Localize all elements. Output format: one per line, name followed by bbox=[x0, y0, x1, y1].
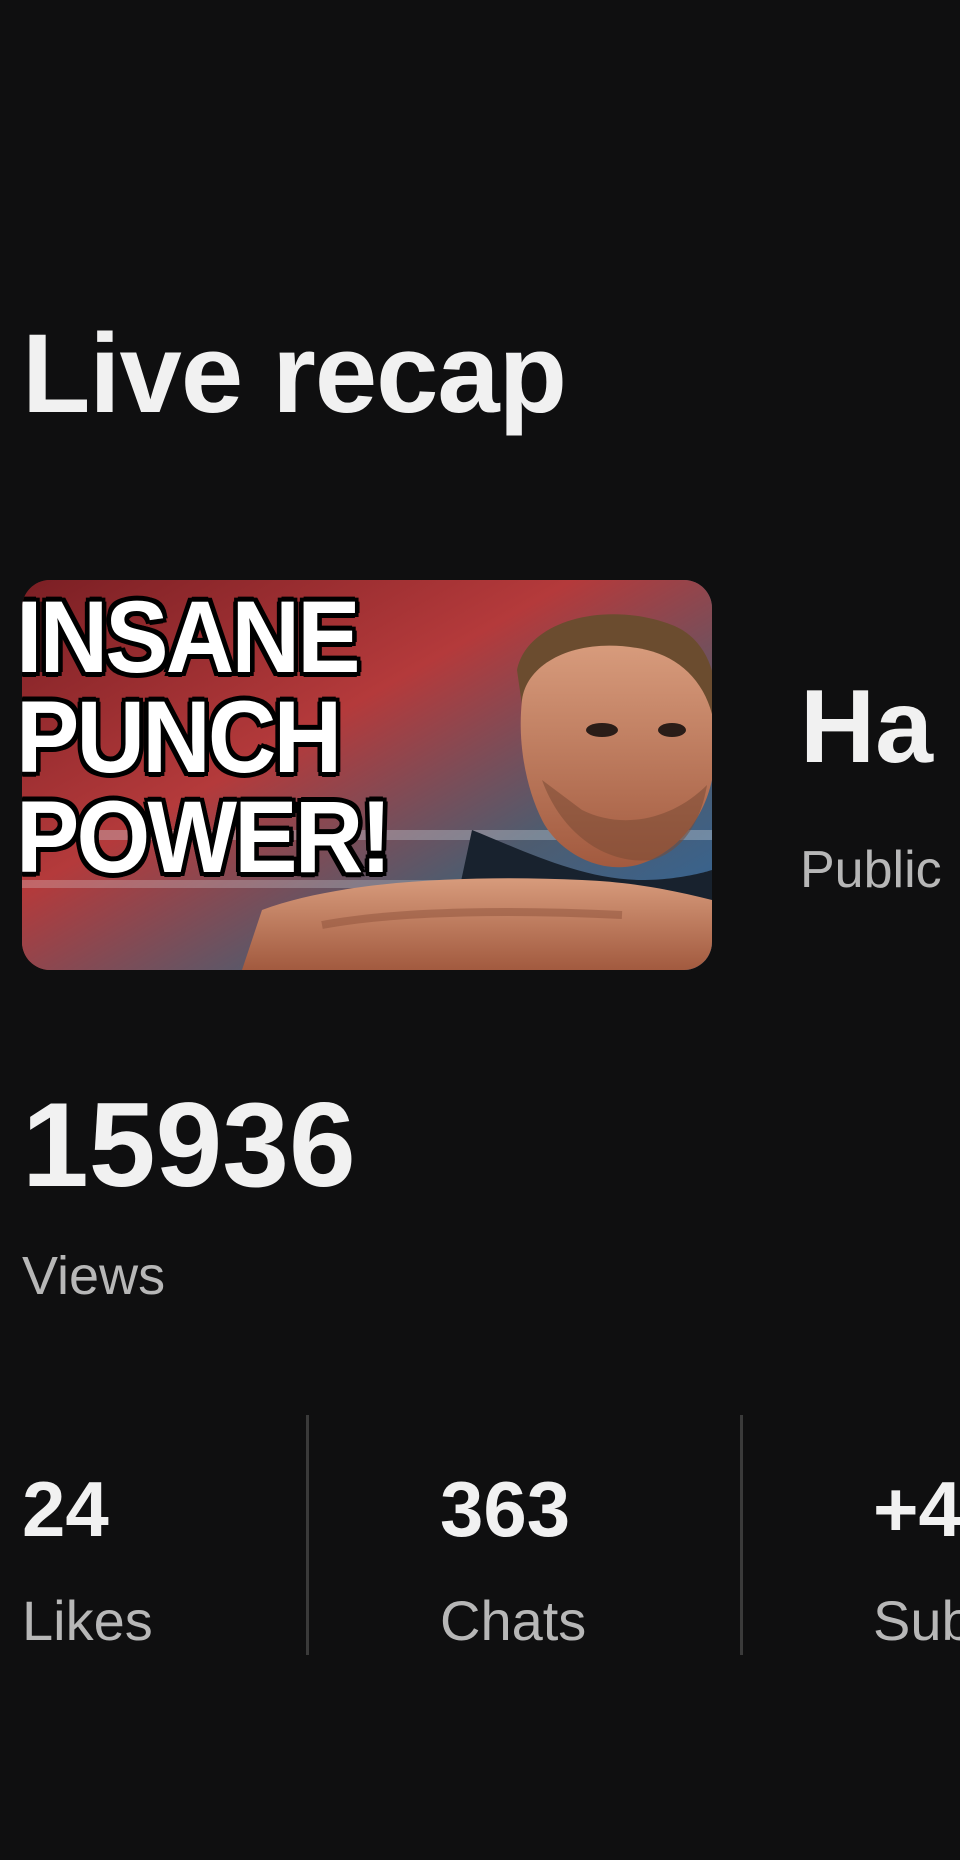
stat-subscribers: +4 Sub bbox=[873, 1470, 960, 1653]
subscribers-label: Sub bbox=[873, 1589, 960, 1652]
live-recap-page: Live recap INSANE PUNCH POWER! Ha Public… bbox=[0, 0, 960, 1860]
likes-label: Likes bbox=[22, 1589, 153, 1652]
chats-count: 363 bbox=[440, 1465, 571, 1553]
views-count: 15936 bbox=[22, 1078, 356, 1212]
thumbnail-line-3: POWER! bbox=[22, 779, 392, 894]
video-thumbnail[interactable]: INSANE PUNCH POWER! bbox=[22, 580, 712, 970]
thumbnail-line-1: INSANE bbox=[22, 580, 360, 694]
chats-label: Chats bbox=[440, 1589, 587, 1652]
visibility-status: Public bbox=[800, 841, 942, 899]
subscribers-count: +4 bbox=[873, 1465, 960, 1553]
likes-count: 24 bbox=[22, 1465, 109, 1553]
thumbnail-headline: INSANE PUNCH POWER! bbox=[22, 580, 453, 894]
stat-likes: 24 Likes bbox=[22, 1470, 153, 1653]
views-label: Views bbox=[22, 1246, 166, 1306]
stats-divider-2 bbox=[740, 1415, 743, 1655]
thumbnail-line-2: PUNCH bbox=[22, 679, 342, 794]
stat-chats: 363 Chats bbox=[440, 1470, 586, 1653]
stats-divider-1 bbox=[306, 1415, 309, 1655]
page-title: Live recap bbox=[22, 311, 567, 436]
video-title[interactable]: Ha bbox=[800, 675, 933, 779]
